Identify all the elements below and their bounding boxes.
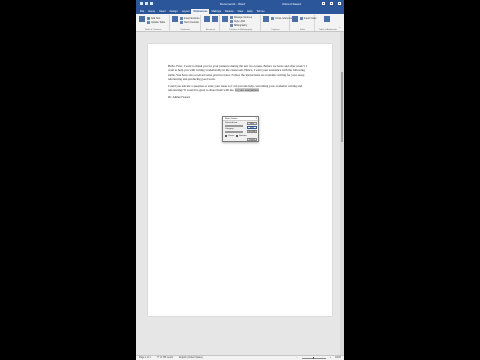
search-icon [204, 16, 210, 22]
update-table-button[interactable]: Update Table [147, 21, 165, 24]
statutes-label: Statutes [239, 135, 247, 137]
bibliography-button[interactable]: Bibliography [230, 24, 247, 27]
status-bar: Page 1 of 1 77 of 155 words English (Uni… [136, 355, 344, 360]
search-button[interactable] [204, 16, 210, 22]
group-table-of-contents: Add Text Update Table Table of Contents [137, 15, 170, 31]
group-label: Table of Contents [144, 29, 162, 31]
paragraph-1[interactable]: Hello. First, I want to thank you for yo… [168, 64, 310, 81]
caption-icon [263, 16, 269, 22]
group-label: Table of Authorities [318, 29, 338, 31]
title-bar: Document1 - Word Ahmed Saeed [136, 0, 344, 8]
next-footnote-icon [180, 21, 183, 24]
citation-icon [222, 16, 228, 22]
word-count[interactable]: 77 of 155 words [157, 357, 173, 359]
cross-reference-icon [271, 17, 274, 20]
mark-citation-icon [324, 16, 330, 22]
redo-icon[interactable] [150, 2, 153, 5]
close-icon[interactable]: × [256, 117, 257, 121]
group-label: Index [299, 29, 306, 31]
zoom-slider[interactable] [301, 356, 326, 360]
quick-access-toolbar [140, 2, 153, 5]
selected-text-field[interactable] [225, 124, 243, 127]
table-of-contents-button[interactable] [139, 16, 145, 22]
citation-style-select[interactable]: Style: APA [230, 20, 245, 23]
close-icon[interactable] [338, 2, 341, 5]
user-name[interactable]: Ahmed Saeed [282, 2, 301, 6]
maximize-icon[interactable] [330, 2, 333, 5]
researcher-icon [212, 16, 218, 22]
insert-caption-button[interactable] [263, 16, 269, 22]
collapse-ribbon-icon[interactable]: ⌃ [338, 26, 341, 30]
footnote-icon [172, 16, 178, 22]
group-table-of-authorities: Table of Authorities [316, 15, 340, 31]
document-page[interactable]: Hello. First, I want to thank you for yo… [148, 44, 332, 316]
endnote-icon [180, 17, 183, 20]
language[interactable]: English (United States) [179, 357, 203, 359]
ribbon: Add Text Update Table Table of Contents … [136, 14, 344, 32]
add-text-icon [147, 17, 150, 20]
mark-button[interactable]: Mark [247, 126, 257, 129]
document-title: Document1 - Word [220, 2, 246, 6]
zoom-out-icon[interactable]: − [296, 357, 297, 359]
mark-entry-icon [292, 16, 298, 22]
manage-sources-icon [230, 16, 233, 19]
toc-icon [139, 16, 145, 22]
insert-endnote-button[interactable]: Insert Endnote [180, 17, 200, 20]
insert-index-button[interactable]: Insert Index [300, 17, 317, 20]
minimize-icon[interactable] [322, 2, 325, 5]
group-research: Research [202, 15, 220, 31]
page-count[interactable]: Page 1 of 1 [139, 357, 151, 359]
statutes-checkbox[interactable] [236, 135, 238, 137]
mark-entry-button[interactable] [292, 16, 298, 22]
bibliography-icon [230, 24, 233, 27]
mark-all-button[interactable]: Mark All [247, 130, 257, 133]
group-label: Footnotes [180, 29, 191, 31]
cases-checkbox[interactable] [225, 135, 227, 137]
next-footnote-button[interactable]: Next Footnote [180, 21, 199, 24]
group-captions: Cross-reference Captions [262, 15, 292, 31]
update-table-icon [147, 21, 150, 24]
vertical-scrollbar[interactable] [340, 32, 344, 355]
selected-text[interactable]: to your assignment [235, 87, 259, 92]
mark-citation-button[interactable] [324, 16, 330, 22]
scrollbar-thumb[interactable] [341, 72, 343, 142]
window-controls [322, 2, 341, 5]
save-icon[interactable] [140, 2, 143, 5]
zoom-slider-thumb[interactable] [312, 356, 314, 360]
group-label: Captions [271, 29, 280, 31]
dialog-title: Mark Citation [223, 117, 258, 121]
insert-citation-button[interactable] [222, 16, 228, 22]
insert-index-icon [300, 17, 303, 20]
group-footnotes: Insert Endnote Next Footnote Footnotes [171, 15, 201, 31]
group-citations: Manage Sources Style: APA Bibliography C… [221, 15, 261, 31]
cases-label: Cases [228, 135, 234, 137]
mark-citation-dialog: Mark Citation × Selected text: Next Cate… [222, 116, 259, 142]
zoom-in-icon[interactable]: + [330, 357, 331, 359]
document-body[interactable]: Hello. First, I want to thank you for yo… [168, 64, 310, 102]
word-window: Document1 - Word Ahmed Saeed File Home I… [136, 0, 344, 360]
next-button[interactable]: Next [247, 122, 257, 125]
add-text-button[interactable]: Add Text [147, 17, 160, 20]
cross-reference-button[interactable]: Cross-reference [271, 17, 292, 20]
cancel-button[interactable]: Cancel [247, 138, 257, 141]
zoom-level[interactable]: 100% [335, 357, 341, 359]
group-label: Research [205, 29, 216, 31]
researcher-button[interactable] [212, 16, 218, 22]
group-index: Insert Index Index [291, 15, 317, 31]
insert-footnote-button[interactable] [172, 16, 178, 22]
paragraph-2[interactable]: Could you ask me a question or state you… [168, 84, 310, 93]
paragraph-3[interactable]: Dr. Ahmed Saeed [168, 95, 310, 99]
style-icon [230, 20, 233, 23]
undo-icon[interactable] [145, 2, 148, 5]
manage-sources-button[interactable]: Manage Sources [230, 16, 252, 19]
category-select[interactable] [225, 130, 243, 133]
group-label: Citations & Bibliography [228, 29, 253, 31]
